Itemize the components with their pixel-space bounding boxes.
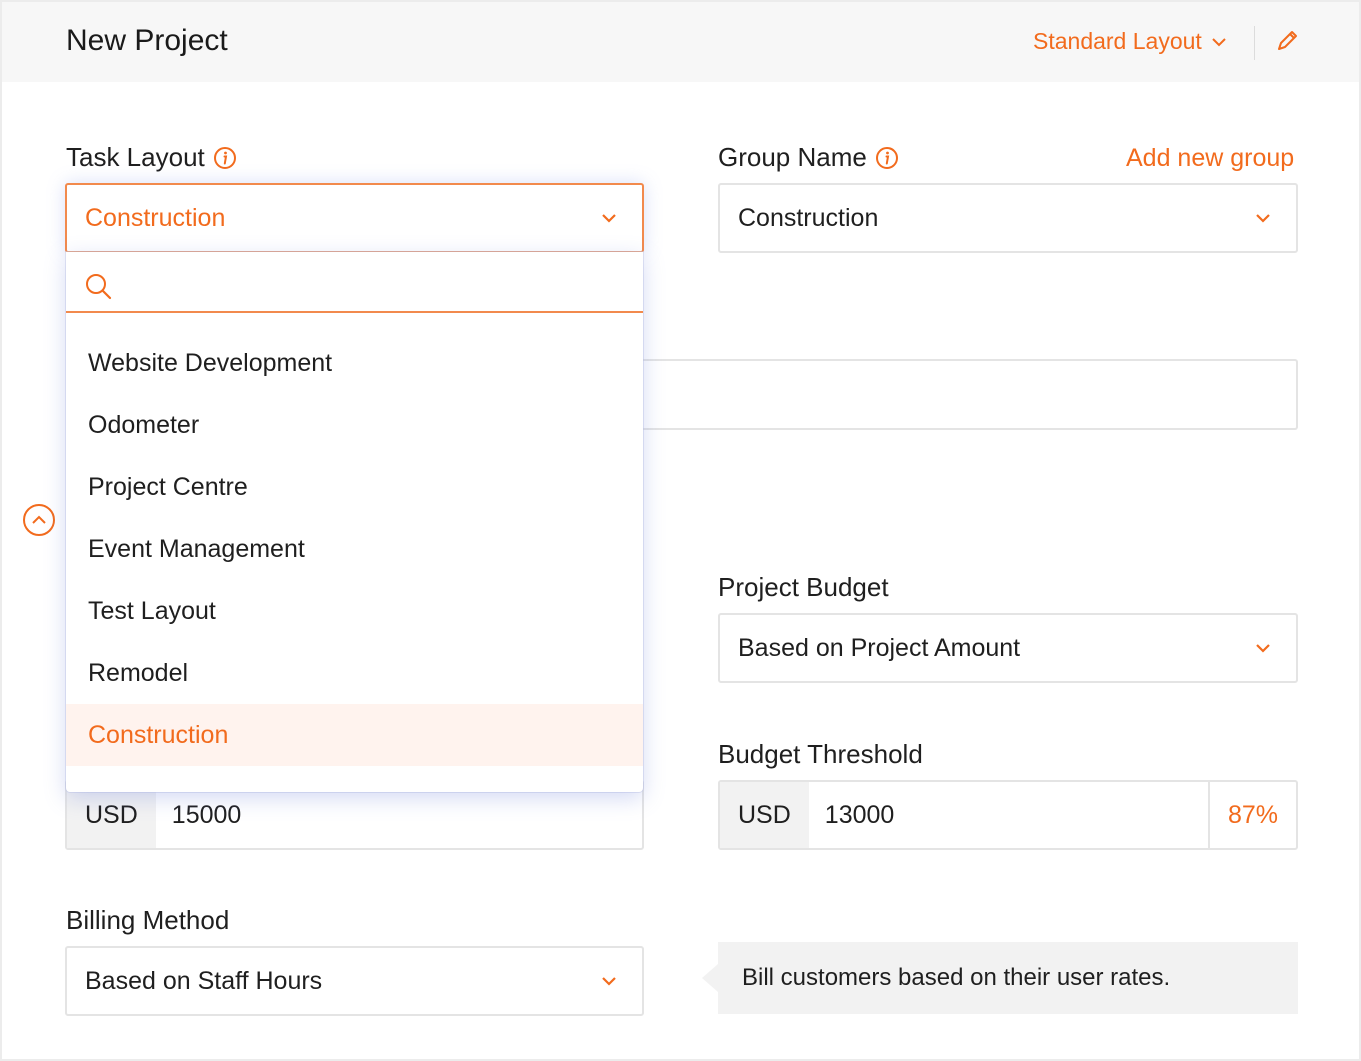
- billing-method-label: Billing Method: [66, 905, 230, 935]
- description-field[interactable]: [640, 359, 1298, 430]
- chevron-up-circle-icon[interactable]: [22, 503, 56, 537]
- pencil-icon[interactable]: [1274, 28, 1300, 54]
- dropdown-option[interactable]: Test Layout: [66, 580, 643, 642]
- budget-threshold-input[interactable]: USD 13000 87%: [718, 780, 1298, 850]
- task-layout-label-text: Task Layout: [66, 142, 205, 172]
- dropdown-option[interactable]: Construction: [66, 704, 643, 766]
- chevron-down-icon: [602, 977, 616, 986]
- billing-method-select[interactable]: Based on Staff Hours: [65, 946, 644, 1016]
- add-new-group-link[interactable]: Add new group: [1126, 144, 1294, 173]
- project-budget-label: Project Budget: [718, 572, 889, 602]
- chevron-down-icon: [602, 214, 616, 223]
- project-budget-value: Based on Project Amount: [738, 633, 1021, 662]
- currency-prefix: USD: [720, 782, 809, 848]
- budget-threshold-percent: 87%: [1208, 782, 1296, 848]
- billing-method-hint: Bill customers based on their user rates…: [702, 942, 1298, 1014]
- info-icon[interactable]: [213, 146, 237, 170]
- layout-switch-button[interactable]: Standard Layout: [1033, 28, 1228, 55]
- group-name-value: Construction: [738, 203, 879, 232]
- search-icon: [86, 274, 112, 300]
- task-layout-label: Task Layout: [66, 142, 237, 173]
- group-name-select[interactable]: Construction: [718, 183, 1298, 253]
- dropdown-option[interactable]: Remodel: [66, 642, 643, 704]
- page-title: New Project: [66, 24, 228, 57]
- chevron-down-icon: [1212, 37, 1226, 46]
- task-layout-value: Construction: [85, 203, 226, 232]
- page-header: New Project Standard Layout: [2, 2, 1359, 82]
- task-layout-dropdown: Website Development Odometer Project Centr…: [66, 252, 643, 792]
- info-icon[interactable]: [875, 146, 899, 170]
- dropdown-search-input[interactable]: [126, 260, 626, 304]
- dropdown-option[interactable]: Project Centre: [66, 456, 643, 518]
- group-name-label-text: Group Name: [718, 142, 867, 172]
- dropdown-option[interactable]: Website Development: [66, 332, 643, 394]
- dropdown-option[interactable]: Event Management: [66, 518, 643, 580]
- task-layout-select[interactable]: Construction: [65, 183, 644, 253]
- chevron-down-icon: [1256, 644, 1270, 653]
- budget-threshold-label: Budget Threshold: [718, 739, 923, 769]
- dropdown-search: [66, 252, 643, 313]
- layout-switch-label: Standard Layout: [1033, 28, 1202, 54]
- header-divider: [1254, 26, 1255, 60]
- chevron-down-icon: [1256, 214, 1270, 223]
- budget-threshold-value[interactable]: 13000: [809, 782, 1208, 848]
- billing-method-value: Based on Staff Hours: [85, 966, 323, 995]
- dropdown-options: Website Development Odometer Project Centr…: [66, 332, 643, 766]
- project-budget-select[interactable]: Based on Project Amount: [718, 613, 1298, 683]
- dropdown-option[interactable]: Odometer: [66, 394, 643, 456]
- group-name-label: Group Name: [718, 142, 899, 173]
